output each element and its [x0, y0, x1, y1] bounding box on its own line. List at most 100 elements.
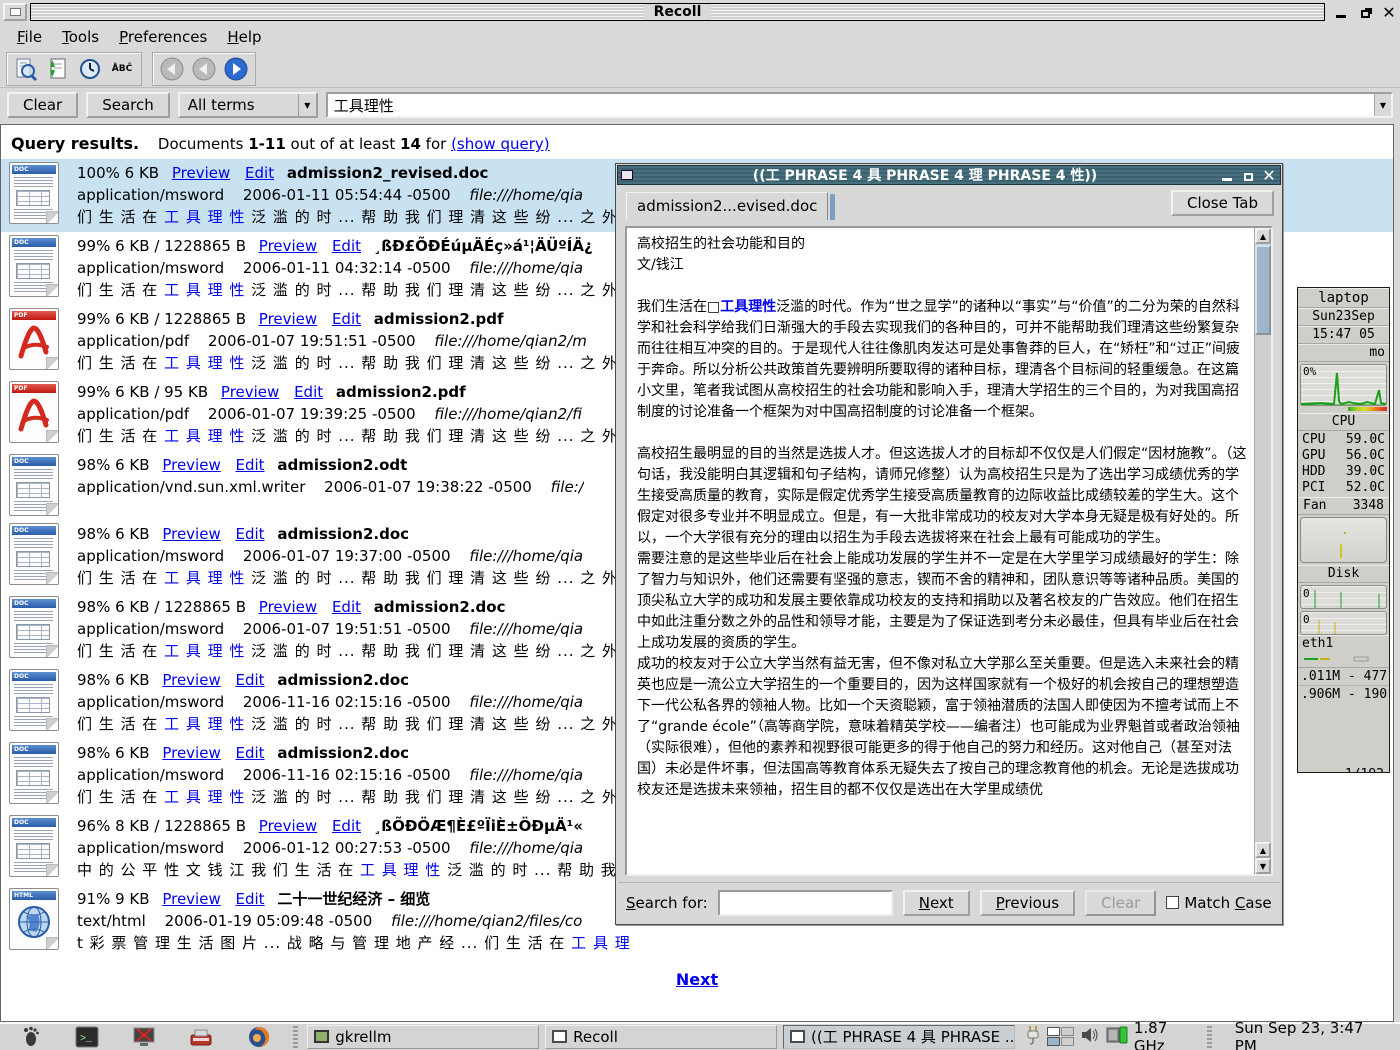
edit-link[interactable]: Edit: [236, 525, 265, 543]
result-relevance-size: 98% 6 KB / 1228865 B: [77, 598, 246, 616]
preview-tab[interactable]: admission2...evised.doc: [626, 192, 828, 220]
preview-window-menu-button[interactable]: [621, 170, 633, 180]
preview-link[interactable]: Preview: [221, 383, 279, 401]
preview-scrollbar[interactable]: ▲ ▲ ▼: [1254, 228, 1271, 874]
preview-document-text[interactable]: 高校招生的社会功能和目的 文/钱江 我们生活在□工具理性泛滥的时代。作为“世之显…: [625, 226, 1273, 876]
taskbar-grip[interactable]: [293, 1026, 298, 1048]
result-snippet: 们 生 活 在 工 具 理 性 泛 滥 的 时 ... 帮 助 我 们 理 清 …: [77, 713, 640, 735]
query-dropdown-icon[interactable]: ▼: [1374, 94, 1391, 116]
preview-titlebar[interactable]: ((工 PHRASE 4 具 PHRASE 4 理 PHRASE 4 性)) ✕: [617, 165, 1281, 185]
nav-back-icon[interactable]: [190, 56, 218, 82]
clear-search-icon[interactable]: [12, 56, 40, 82]
find-clear-button[interactable]: Clear: [1085, 890, 1156, 916]
preview-link[interactable]: Preview: [172, 164, 230, 182]
edit-link[interactable]: Edit: [236, 456, 265, 474]
spellcheck-icon[interactable]: ÅBĈ: [108, 56, 136, 82]
history-clock-icon[interactable]: [76, 56, 104, 82]
edit-link[interactable]: Edit: [332, 598, 361, 616]
cpufreq-applet-icon[interactable]: [1106, 1025, 1128, 1049]
preview-link[interactable]: Preview: [162, 744, 220, 762]
edit-link[interactable]: Edit: [332, 310, 361, 328]
preview-link[interactable]: Preview: [162, 525, 220, 543]
find-previous-button[interactable]: Previous: [980, 890, 1075, 916]
scrollbar-thumb[interactable]: [1255, 245, 1271, 335]
result-date: 2006-11-16 02:15:16 -0500: [243, 766, 451, 784]
preview-link[interactable]: Preview: [162, 456, 220, 474]
gkrellm-task-icon: [314, 1030, 329, 1043]
minimize-button[interactable]: [1333, 4, 1349, 20]
nav-forward-icon[interactable]: [222, 56, 250, 82]
task-gkrellm[interactable]: gkrellm: [307, 1025, 539, 1049]
scroll-down-icon[interactable]: ▼: [1255, 858, 1271, 874]
edit-link[interactable]: Edit: [236, 671, 265, 689]
terminal-launcher-icon[interactable]: >_: [74, 1025, 99, 1049]
clock-grip[interactable]: [1207, 1026, 1212, 1048]
chevron-down-icon[interactable]: ▼: [298, 94, 316, 116]
search-mode-select[interactable]: All terms ▼: [178, 92, 318, 118]
edit-link[interactable]: Edit: [236, 890, 265, 908]
clear-button[interactable]: Clear: [7, 92, 78, 118]
maximize-button[interactable]: [1357, 4, 1373, 20]
workspace-pager[interactable]: [1047, 1027, 1074, 1046]
preview-window: ((工 PHRASE 4 具 PHRASE 4 理 PHRASE 4 性)) ✕…: [615, 163, 1283, 925]
preview-link[interactable]: Preview: [162, 890, 220, 908]
menu-preferences[interactable]: Preferences: [110, 26, 216, 48]
gnome-menu-icon[interactable]: [17, 1025, 42, 1049]
volume-speaker-icon[interactable]: [1080, 1026, 1100, 1048]
snippet-highlight: 工 具 理 性: [164, 569, 245, 587]
scroll-up-icon[interactable]: ▲: [1255, 228, 1271, 244]
task-recoll[interactable]: Recoll: [545, 1025, 777, 1049]
edit-link[interactable]: Edit: [332, 817, 361, 835]
preview-link[interactable]: Preview: [259, 817, 317, 835]
task-preview-phrase[interactable]: ((工 PHRASE 4 具 PHRASE ...: [783, 1025, 1015, 1049]
search-button[interactable]: Search: [86, 92, 170, 118]
preview-link[interactable]: Preview: [259, 598, 317, 616]
preview-link[interactable]: Preview: [162, 671, 220, 689]
result-url: file:///home/qia: [469, 547, 583, 565]
close-button[interactable]: ✕: [1381, 4, 1397, 20]
edit-link[interactable]: Edit: [332, 237, 361, 255]
preview-close-button[interactable]: ✕: [1261, 167, 1277, 183]
typewriter-launcher-icon[interactable]: [189, 1025, 214, 1049]
menu-file[interactable]: File: [8, 26, 51, 48]
titlebar-ridge[interactable]: Recoll: [30, 3, 1325, 21]
close-tab-button[interactable]: Close Tab: [1171, 190, 1274, 216]
result-date: 2006-11-16 02:15:16 -0500: [243, 693, 451, 711]
lock-screen-icon[interactable]: [132, 1025, 157, 1049]
preview-link[interactable]: Preview: [259, 237, 317, 255]
scroll-up2-icon[interactable]: ▲: [1255, 842, 1271, 858]
result-url: file:///home/qian2/files/co: [391, 912, 582, 930]
preview-maximize-button[interactable]: [1240, 167, 1256, 183]
menu-tools[interactable]: Tools: [53, 26, 108, 48]
nav-first-icon[interactable]: [158, 56, 186, 82]
menu-help[interactable]: Help: [218, 26, 270, 48]
checkbox-icon[interactable]: [1166, 896, 1179, 909]
gkrellm-krell-label: mo: [1298, 344, 1389, 362]
taskbar-clock[interactable]: Sun Sep 23, 3:47 PM: [1223, 1019, 1396, 1050]
result-date: 2006-01-11 04:32:14 -0500: [243, 259, 451, 277]
power-plug-icon[interactable]: [1025, 1024, 1041, 1050]
edit-link[interactable]: Edit: [245, 164, 274, 182]
net-rx: .011M - 477: [1298, 668, 1389, 685]
result-title: admission2.pdf: [336, 383, 466, 401]
result-relevance-size: 98% 6 KB: [77, 671, 150, 689]
window-menu-button[interactable]: [3, 3, 27, 21]
next-page-link[interactable]: Next: [676, 970, 718, 989]
match-case-checkbox[interactable]: Match Case: [1166, 894, 1271, 912]
doc-paragraph-4: 成功的校友对于公立大学当然有益无害，但不像对私立大学那么至关重要。但是选入未来社…: [637, 654, 1247, 801]
edit-link[interactable]: Edit: [294, 383, 323, 401]
gkrellm-monitor[interactable]: laptop Sun23Sep 15:47 05 mo 0% CPU CPU59…: [1297, 287, 1390, 773]
firefox-launcher-icon[interactable]: [246, 1025, 271, 1049]
result-mimetype: application/msword: [77, 766, 224, 784]
show-query-link[interactable]: (show query): [451, 135, 550, 153]
cpu-header: CPU: [1298, 413, 1389, 431]
search-input[interactable]: [328, 96, 1374, 114]
find-next-button[interactable]: Next: [903, 890, 970, 916]
update-index-icon[interactable]: [44, 56, 72, 82]
preview-minimize-button[interactable]: [1219, 167, 1235, 183]
edit-link[interactable]: Edit: [236, 744, 265, 762]
result-relevance-size: 100% 6 KB: [77, 164, 159, 182]
result-title: admission2.pdf: [374, 310, 504, 328]
preview-link[interactable]: Preview: [259, 310, 317, 328]
find-input[interactable]: [718, 890, 893, 916]
